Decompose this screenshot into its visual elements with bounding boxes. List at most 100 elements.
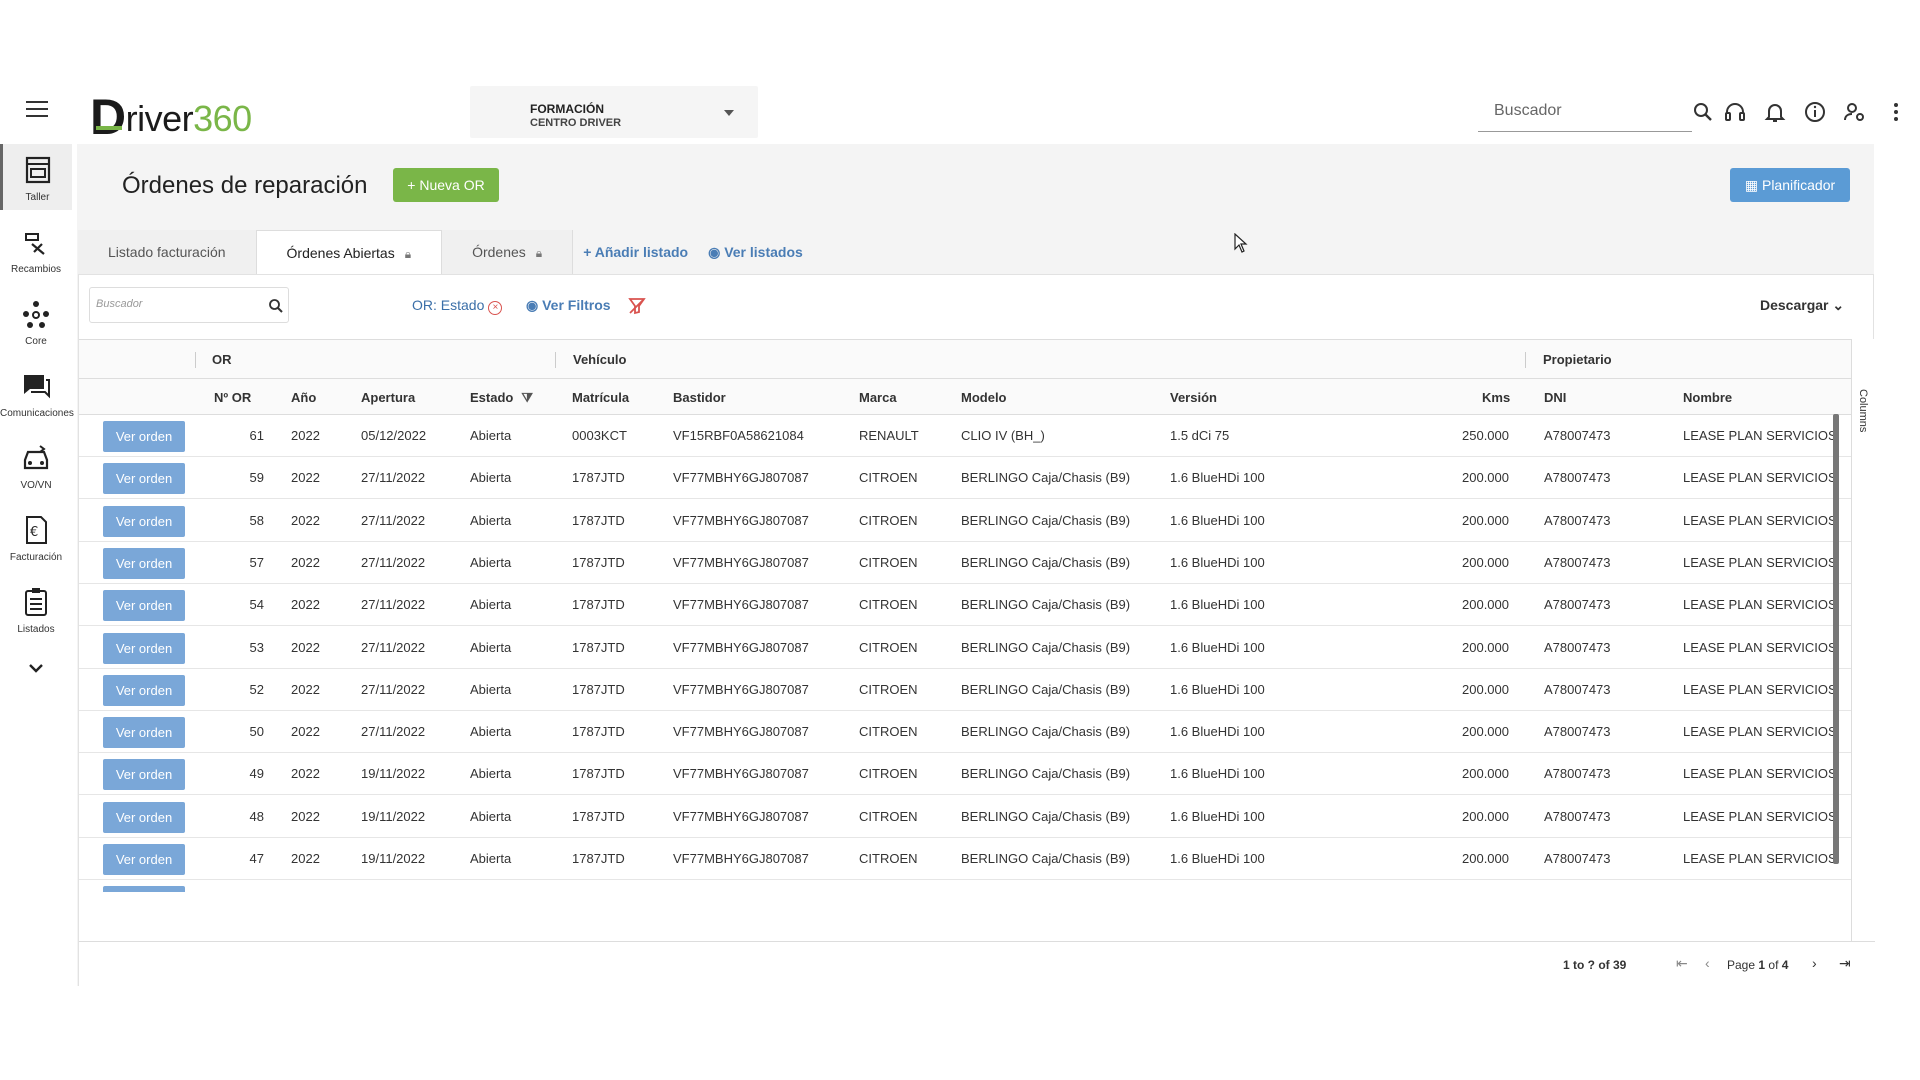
view-order-button[interactable]: Ver orden xyxy=(103,801,185,833)
table-row[interactable]: Ver orden 61 2022 05/12/2022 Abierta 0003KCT V… xyxy=(79,415,1851,457)
download-dropdown[interactable]: Descargar ⌄ xyxy=(1760,297,1844,314)
table-row[interactable]: Ver orden 48 2022 19/11/2022 Abierta 1787JTD V… xyxy=(79,796,1851,838)
view-order-button[interactable]: Ver orden xyxy=(103,674,185,706)
tab-listado-facturacion[interactable]: Listado facturación xyxy=(78,230,257,274)
cell-anio: 2022 xyxy=(291,681,320,697)
table-row[interactable]: Ver orden 53 2022 27/11/2022 Abierta 1787JTD V… xyxy=(79,627,1851,669)
col-header-dni[interactable]: DNI xyxy=(1544,390,1566,405)
col-header-apertura[interactable]: Apertura xyxy=(361,390,415,405)
cell-nombre: LEASE PLAN SERVICIOS xyxy=(1683,512,1837,528)
info-icon[interactable] xyxy=(1803,100,1827,124)
cell-anio: 2022 xyxy=(291,470,320,486)
col-header-bastidor[interactable]: Bastidor xyxy=(673,390,726,405)
sidebar-item-core[interactable]: Core xyxy=(0,288,72,354)
chevron-down-icon[interactable] xyxy=(27,659,45,677)
tab-label: Órdenes xyxy=(472,244,526,260)
view-order-button[interactable]: Ver orden xyxy=(103,844,185,875)
sidebar-item-listados[interactable]: Listados xyxy=(0,576,72,642)
last-page-icon[interactable]: ⇥ xyxy=(1839,955,1851,972)
sidebar-item-taller[interactable]: Taller xyxy=(0,144,72,210)
group-vehicle: Vehículo xyxy=(573,352,627,367)
cell-nombre: LEASE PLAN SERVICIOS xyxy=(1683,766,1837,782)
search-icon[interactable] xyxy=(268,298,284,314)
col-header-n-or[interactable]: Nº OR xyxy=(214,390,251,405)
hamburger-menu-icon[interactable] xyxy=(26,101,48,119)
sidebar-item-vovn[interactable]: VO/VN xyxy=(0,432,72,498)
col-header-nombre[interactable]: Nombre xyxy=(1683,390,1732,405)
cell-bastidor: VF77MBHY6GJ807087 xyxy=(673,470,809,486)
view-lists-button[interactable]: ◉ Ver listados xyxy=(698,230,813,274)
sidebar-item-label: VO/VN xyxy=(20,480,52,491)
columns-tool-panel[interactable]: Columns xyxy=(1851,339,1875,943)
driver360-logo[interactable]: Driver 360 xyxy=(90,90,252,142)
global-search-input[interactable] xyxy=(1494,102,1664,120)
cell-bastidor: VF77MBHY6GJ807087 xyxy=(673,851,809,866)
sidebar-item-facturacion[interactable]: € Facturación xyxy=(0,504,72,570)
view-order-button[interactable]: Ver orden xyxy=(103,632,185,664)
col-header-marca[interactable]: Marca xyxy=(859,390,897,405)
user-settings-icon[interactable] xyxy=(1843,100,1867,124)
view-lists-label: Ver listados xyxy=(724,244,803,260)
company-subtitle: CENTRO DRIVER xyxy=(530,117,622,129)
filter-chip-estado[interactable]: OR: Estado × xyxy=(412,297,503,315)
bell-icon[interactable] xyxy=(1763,100,1787,124)
view-order-button[interactable]: Ver orden xyxy=(103,505,185,537)
cell-estado: Abierta xyxy=(470,639,512,655)
view-order-button[interactable]: Ver orden xyxy=(103,759,185,791)
view-order-button[interactable]: Ver orden xyxy=(103,590,185,622)
cell-estado: Abierta xyxy=(470,808,512,824)
cell-n-or: 52 xyxy=(249,681,264,697)
cell-version: 1.6 BlueHDi 100 xyxy=(1170,681,1265,697)
new-or-button[interactable]: + Nueva OR xyxy=(393,168,499,202)
add-list-button[interactable]: + Añadir listado xyxy=(573,230,698,274)
view-order-button[interactable]: Ver orden xyxy=(103,547,185,579)
col-header-estado[interactable]: Estado ⧩ xyxy=(470,390,533,406)
grid-search-input[interactable] xyxy=(96,298,256,310)
filter-icon[interactable]: ⧩ xyxy=(521,390,533,405)
cell-apertura: 19/11/2022 xyxy=(361,851,426,866)
cell-matricula: 1787JTD xyxy=(572,851,625,866)
tab-ordenes-abiertas[interactable]: Órdenes Abiertas 🔒︎ xyxy=(256,230,443,274)
previous-page-icon[interactable]: ‹ xyxy=(1705,955,1710,971)
search-icon[interactable] xyxy=(1691,100,1715,124)
chevron-down-icon: ⌄ xyxy=(1828,297,1845,313)
first-page-icon[interactable]: ⇤ xyxy=(1676,955,1688,972)
table-row[interactable]: Ver orden 50 2022 27/11/2022 Abierta 1787JTD V… xyxy=(79,711,1851,754)
table-row[interactable]: Ver orden 49 2022 19/11/2022 Abierta 1787JTD V… xyxy=(79,753,1851,796)
table-row[interactable]: Ver orden 59 2022 27/11/2022 Abierta 1787JTD V… xyxy=(79,457,1851,500)
top-bar: Driver 360 FORMACIÓN CENTRO DRIVER xyxy=(0,84,1920,144)
view-order-button[interactable] xyxy=(103,886,185,893)
vertical-scrollbar[interactable] xyxy=(1833,414,1839,864)
tab-ordenes[interactable]: Órdenes 🔒︎ xyxy=(442,230,574,274)
col-header-version[interactable]: Versión xyxy=(1170,390,1217,405)
table-row[interactable]: Ver orden 52 2022 27/11/2022 Abierta 1787JTD V… xyxy=(79,669,1851,711)
cell-kms: 200.000 xyxy=(1462,597,1509,613)
close-icon[interactable]: × xyxy=(488,301,503,315)
col-header-modelo[interactable]: Modelo xyxy=(961,390,1007,405)
table-row[interactable]: Ver orden 58 2022 27/11/2022 Abierta 1787JTD V… xyxy=(79,500,1851,542)
col-header-anio[interactable]: Año xyxy=(291,390,316,405)
col-header-kms[interactable]: Kms xyxy=(1482,390,1510,405)
column-header-row: Nº OR Año Apertura Estado ⧩ Matrícula Bas… xyxy=(79,379,1851,415)
cell-apertura: 19/11/2022 xyxy=(361,766,426,782)
view-filters-button[interactable]: ◉ Ver Filtros xyxy=(526,297,611,314)
table-row[interactable]: Ver orden 57 2022 27/11/2022 Abierta 1787JTD V… xyxy=(79,542,1851,584)
svg-text:€: € xyxy=(30,525,38,540)
sidebar-item-comunicaciones[interactable]: Comunicaciones xyxy=(0,360,74,426)
view-order-button[interactable]: Ver orden xyxy=(103,717,185,749)
headset-icon[interactable] xyxy=(1723,100,1747,124)
cell-dni: A78007473 xyxy=(1544,554,1611,570)
sidebar-item-recambios[interactable]: Recambios xyxy=(0,216,72,282)
col-header-matricula[interactable]: Matrícula xyxy=(572,390,629,405)
cell-apertura: 05/12/2022 xyxy=(361,428,427,443)
table-row[interactable]: Ver orden 54 2022 27/11/2022 Abierta 1787JTD V… xyxy=(79,584,1851,627)
company-selector[interactable]: FORMACIÓN CENTRO DRIVER xyxy=(470,86,758,138)
next-page-icon[interactable]: › xyxy=(1812,955,1817,971)
lock-icon: 🔒︎ xyxy=(404,247,412,261)
more-vert-icon[interactable] xyxy=(1884,100,1908,124)
planner-button[interactable]: ▦ Planificador xyxy=(1730,168,1850,202)
view-order-button[interactable]: Ver orden xyxy=(103,463,185,495)
table-row[interactable]: Ver orden 47 2022 19/11/2022 Abierta 1787JTD V… xyxy=(79,838,1851,880)
view-order-button[interactable]: Ver orden xyxy=(103,421,185,452)
filter-clear-icon[interactable] xyxy=(628,297,646,315)
